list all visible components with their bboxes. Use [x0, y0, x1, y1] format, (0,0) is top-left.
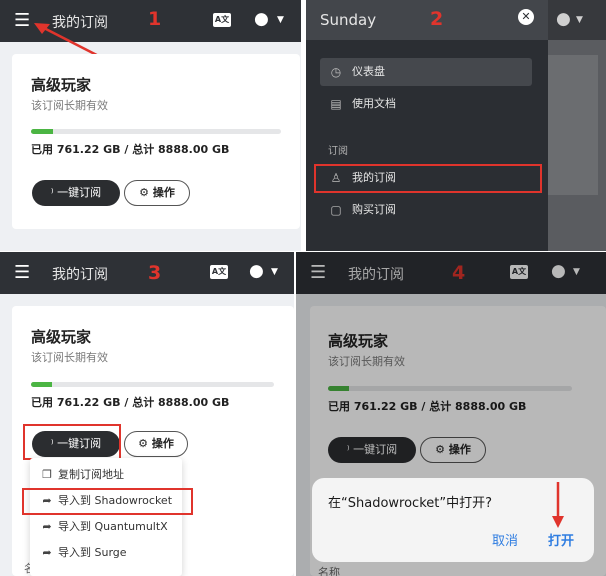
step-number-2: 2: [430, 8, 444, 30]
nav-item-label: 购买订阅: [352, 203, 396, 216]
usage-progress-fill: [31, 129, 53, 134]
dimmed-background: ● ▼: [548, 0, 606, 251]
annotation-arrow: [552, 482, 564, 528]
nav-item-label: 使用文档: [352, 97, 396, 110]
menu-item-copy-url[interactable]: ❐ 复制订阅地址: [30, 462, 182, 488]
menu-item-label: 复制订阅地址: [58, 468, 124, 481]
user-avatar-icon: ●: [556, 9, 571, 29]
subscription-card: 高级玩家 该订阅长期有效 已用 761.22 GB / 总计 8888.00 G…: [12, 54, 300, 229]
usage-progress-fill: [31, 382, 52, 387]
copy-icon: ❐: [42, 468, 52, 481]
highlight-box: [22, 488, 193, 515]
page-title: 我的订阅: [52, 267, 108, 283]
book-icon: ▤: [330, 97, 342, 111]
menu-item-import-quantumultx[interactable]: ➦ 导入到 QuantumultX: [30, 514, 182, 540]
dialog-question: 在“Shadowrocket”中打开?: [328, 496, 492, 511]
drawer-title: Sunday: [320, 11, 377, 29]
nav-item-label: 仪表盘: [352, 65, 385, 78]
user-avatar-icon[interactable]: ●: [249, 261, 264, 281]
panel-step-1: ☰ 我的订阅 A文 ● ▼ 1 高级玩家 该订阅长期有效 已用 761.22 G…: [0, 0, 301, 251]
chevron-down-icon: ▼: [576, 15, 583, 25]
chevron-down-icon[interactable]: ▼: [277, 15, 284, 25]
language-icon[interactable]: A文: [210, 265, 228, 279]
gear-icon: ⚙: [138, 437, 152, 450]
cart-icon: ▢: [330, 203, 342, 217]
plan-name: 高级玩家: [31, 328, 92, 346]
subscribe-label: 一键订阅: [57, 186, 102, 199]
operate-label: 操作: [152, 186, 175, 199]
step-number-3: 3: [148, 262, 162, 284]
hamburger-menu-icon[interactable]: ☰: [14, 10, 30, 31]
dialog-open-button[interactable]: 打开: [548, 530, 574, 549]
nav-item-docs[interactable]: ▤ 使用文档: [320, 90, 532, 118]
share-icon: ➦: [42, 546, 52, 559]
menu-item-import-surge[interactable]: ➦ 导入到 Surge: [30, 540, 182, 566]
highlight-box: [23, 424, 121, 460]
operate-button[interactable]: ⚙ 操作: [124, 431, 188, 457]
nav-item-dashboard[interactable]: ◷ 仪表盘: [320, 58, 532, 86]
usage-text: 已用 761.22 GB / 总计 8888.00 GB: [31, 143, 230, 156]
language-icon[interactable]: A文: [213, 13, 231, 27]
usage-progress-bar: [31, 382, 274, 387]
hamburger-menu-icon[interactable]: ☰: [14, 262, 30, 283]
chevron-down-icon[interactable]: ▼: [271, 267, 278, 277]
usage-progress-bar: [31, 129, 281, 134]
share-icon: ➦: [42, 520, 52, 533]
nav-item-buy-subscription[interactable]: ▢ 购买订阅: [320, 196, 532, 224]
plan-name: 高级玩家: [31, 76, 92, 94]
operate-button[interactable]: ⚙ 操作: [124, 180, 190, 206]
dialog-cancel-button[interactable]: 取消: [492, 530, 518, 549]
highlight-box: [314, 164, 542, 193]
gear-icon: ⚙: [139, 186, 153, 199]
usage-text: 已用 761.22 GB / 总计 8888.00 GB: [31, 396, 230, 409]
plan-validity: 该订阅长期有效: [31, 351, 108, 364]
panel-step-4: ☰ 我的订阅 A文 ● ▼ 4 高级玩家 该订阅长期有效 已用 761.22 G…: [296, 252, 606, 576]
panel-step-3: ☰ 我的订阅 A文 ● ▼ 3 高级玩家 该订阅长期有效 已用 761.22 G…: [0, 252, 294, 576]
one-click-subscribe-button[interactable]: ⁾ 一键订阅: [32, 180, 120, 206]
menu-item-label: 导入到 QuantumultX: [58, 520, 168, 533]
panel-step-2: ● ▼ Sunday ✕ 2 ◷ 仪表盘 ▤ 使用文档 订阅 ♙ 我的订阅 ▢ …: [306, 0, 606, 251]
dashboard-icon: ◷: [330, 65, 342, 79]
operate-label: 操作: [151, 437, 174, 450]
plan-validity: 该订阅长期有效: [31, 99, 108, 112]
close-icon[interactable]: ✕: [518, 9, 534, 25]
subscribe-dropdown-menu: ❐ 复制订阅地址 ➦ 导入到 Shadowrocket ➦ 导入到 Quantu…: [30, 458, 182, 576]
drawer-header: Sunday ✕: [306, 0, 548, 40]
nav-section-subscription: 订阅: [328, 146, 348, 157]
user-avatar-icon[interactable]: ●: [254, 9, 269, 29]
top-navbar: ☰ 我的订阅 A文 ● ▼: [0, 252, 294, 294]
step-number-1: 1: [148, 8, 162, 30]
menu-item-label: 导入到 Surge: [58, 546, 127, 559]
